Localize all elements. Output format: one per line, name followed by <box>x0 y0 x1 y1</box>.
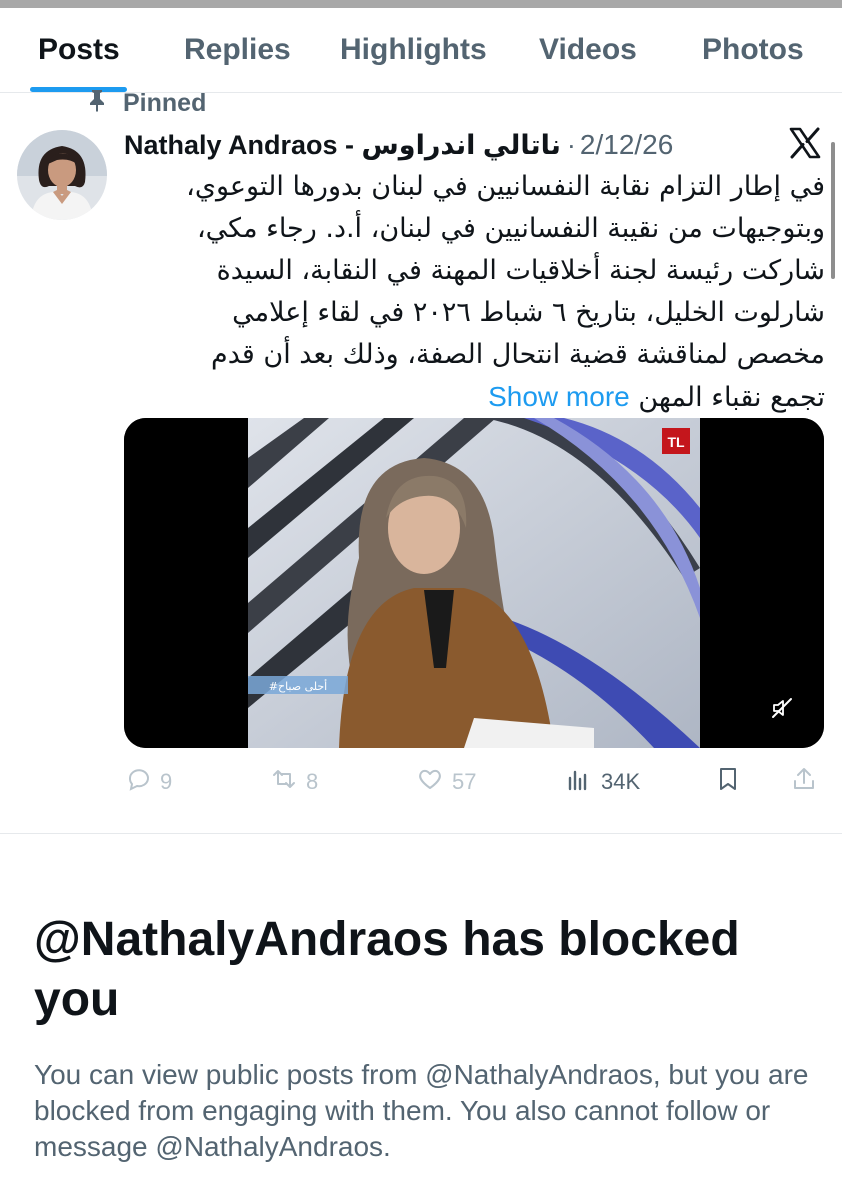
post-text-line: مخصص لمناقشة قضية انتحال الصفة، وذلك بعد… <box>211 339 825 370</box>
share-icon <box>790 765 818 799</box>
pin-icon <box>85 88 109 119</box>
tab-replies[interactable]: Replies <box>184 33 291 67</box>
post-text-last-line: تجمع نقباء المهن Show more <box>160 376 825 419</box>
repost-count: 8 <box>306 769 319 794</box>
repost-icon <box>270 765 298 799</box>
share-button[interactable] <box>790 762 818 802</box>
show-more-link[interactable]: Show more <box>488 381 630 412</box>
channel-logo-text: TL <box>667 434 685 450</box>
bookmark-button[interactable] <box>714 762 742 802</box>
views-count: 34K <box>601 769 641 794</box>
blocked-description: You can view public posts from @NathalyA… <box>34 1059 809 1162</box>
x-logo-icon[interactable] <box>788 126 822 160</box>
reply-icon <box>124 765 152 799</box>
reply-button[interactable]: 9 <box>124 762 172 802</box>
status-strip <box>0 0 842 8</box>
video-player[interactable]: TL #أحلى صباح <box>124 418 824 748</box>
scrollbar[interactable] <box>831 142 835 279</box>
post-text-line: شاركت رئيسة لجنة أخلاقيات المهنة في النق… <box>216 255 825 286</box>
reply-count: 9 <box>160 769 173 794</box>
repost-button[interactable]: 8 <box>270 762 318 802</box>
views-icon <box>565 765 593 799</box>
post-text-line: شارلوت الخليل، بتاريخ ٦ شباط ٢٠٢٦ في لقا… <box>232 297 825 328</box>
views-button[interactable]: 34K <box>565 762 640 802</box>
post-text-line: تجمع نقباء المهن <box>638 382 825 413</box>
post-text-line: في إطار التزام نقابة النفسانيين في لبنان… <box>186 171 825 202</box>
pinned-label: Pinned <box>123 88 207 117</box>
video-overlay-text: #أحلى صباح <box>269 679 328 693</box>
post-date[interactable]: 2/12/26 <box>580 129 673 161</box>
separator-dot: · <box>566 129 576 160</box>
avatar[interactable] <box>17 130 107 220</box>
post-actions: 9 8 57 34K <box>124 762 824 802</box>
like-button[interactable]: 57 <box>416 762 476 802</box>
tab-videos[interactable]: Videos <box>539 33 637 67</box>
author-name[interactable]: Nathaly Andraos - ناتالي اندراوس <box>124 130 561 161</box>
tab-photos[interactable]: Photos <box>702 33 804 67</box>
post-text-line: وبتوجيهات من نقيبة النفسانيين في لبنان، … <box>196 213 825 244</box>
post-header: Nathaly Andraos - ناتالي اندراوس · 2/12/… <box>124 126 673 164</box>
section-divider <box>0 833 842 834</box>
blocked-title: @NathalyAndraos has blocked you <box>34 913 740 1026</box>
tab-posts[interactable]: Posts <box>38 33 120 67</box>
profile-tabs: Posts Replies Highlights Videos Photos <box>0 8 842 93</box>
video-frame: TL #أحلى صباح <box>124 418 824 748</box>
pinned-indicator: Pinned <box>85 88 206 118</box>
tab-highlights[interactable]: Highlights <box>340 33 487 67</box>
post-text: في إطار التزام نقابة النفسانيين في لبنان… <box>160 166 825 419</box>
like-icon <box>416 765 444 799</box>
bookmark-icon <box>714 765 742 799</box>
mute-icon[interactable] <box>770 696 794 720</box>
like-count: 57 <box>452 769 477 794</box>
